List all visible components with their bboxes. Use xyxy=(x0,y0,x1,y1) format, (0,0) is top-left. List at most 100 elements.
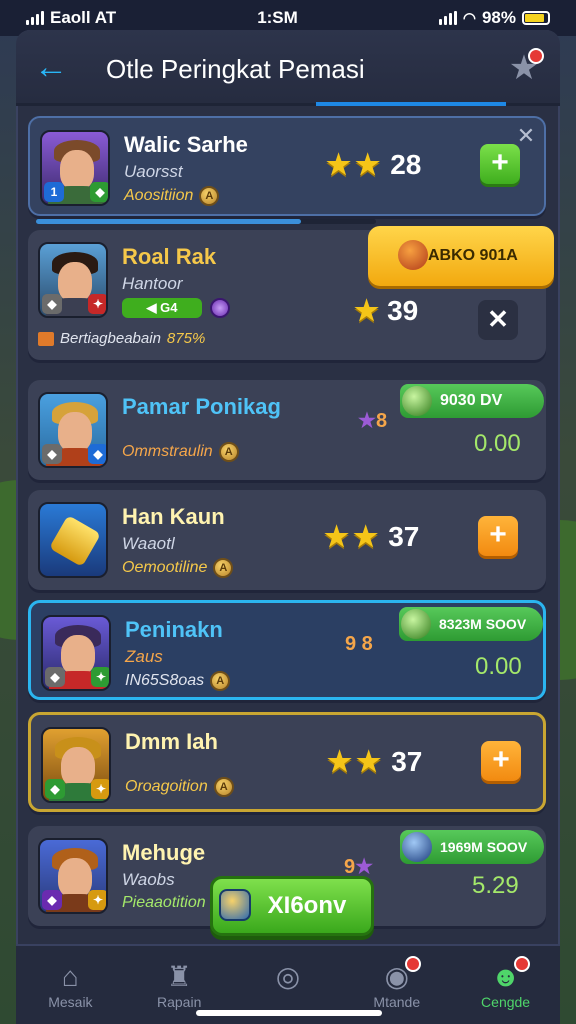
star-icon: ★ xyxy=(354,295,380,326)
reward-pill[interactable]: 8323M SOOV xyxy=(399,607,543,641)
list-item[interactable]: 1 ◆ Walic Sarhe Uaorsst Aoositiion A ★ ★… xyxy=(28,116,546,224)
rating-value: 8 xyxy=(375,410,388,432)
back-button[interactable]: ← xyxy=(34,50,74,86)
header: ← Otle Peringkat Pemasi ★ xyxy=(16,30,560,106)
player-tag-label: Aoositiion xyxy=(124,187,194,204)
arrow-icon: ◀ xyxy=(146,300,161,315)
score: ★ ★ 37 xyxy=(324,520,419,553)
player-tag-label: Oroagoition xyxy=(125,778,208,795)
player-role: Waobs xyxy=(122,870,175,889)
star-icon: ★ xyxy=(327,746,353,777)
class-badge-icon: ◆ xyxy=(45,667,65,687)
medal-icon xyxy=(398,240,428,270)
player-tag-label: Oemootiline xyxy=(122,559,208,576)
player-tag-label: IN65S8oas xyxy=(125,672,205,689)
reward-pill[interactable]: 1969M SOOV xyxy=(400,830,544,864)
avatar: ◆ ✦ xyxy=(38,838,108,914)
player-name: Mehuge xyxy=(122,840,206,865)
orb-icon xyxy=(402,386,432,416)
coin-icon: A xyxy=(210,671,231,691)
claim-button[interactable]: XI6onv xyxy=(210,876,374,936)
rating-value: 9 8 xyxy=(345,633,373,655)
reward-pill-label: 1969M SOOV xyxy=(440,839,528,855)
player-role: Uaorsst xyxy=(124,162,183,181)
coin-icon: A xyxy=(213,777,234,797)
battery-percent: 98% xyxy=(481,8,516,27)
offer-banner[interactable]: ABKO 901A xyxy=(368,226,554,286)
player-tag: Aoositiion A xyxy=(124,186,220,206)
list-item[interactable]: ◆ ✦ Peninakn Zaus IN65S8oas A 9 8 8323M … xyxy=(28,600,546,700)
player-name: Pamar Ponikag xyxy=(122,394,281,419)
player-name: Dmm Iah xyxy=(125,729,218,754)
gem-emblem-icon xyxy=(49,515,101,567)
player-role: Waaotl xyxy=(122,534,175,553)
progress-bar xyxy=(36,219,376,224)
element-badge-icon: ◆ xyxy=(90,182,108,202)
reward-pill-label: 8323M SOOV xyxy=(439,616,527,632)
element-badge-icon: ✦ xyxy=(91,779,109,799)
score-value: 37 xyxy=(388,520,420,552)
plus-icon: + xyxy=(492,743,510,776)
nav-item-home[interactable]: ⌂ Mesaik xyxy=(20,960,120,1010)
list-item[interactable]: ◆ ✦ Roal Rak Hantoor ◀ G4 Bertiagbeabain… xyxy=(28,226,554,360)
remove-button[interactable]: ✕ xyxy=(478,300,518,340)
element-badge-icon: ✦ xyxy=(88,890,106,910)
avatar: ◆ ✦ xyxy=(41,615,111,691)
list-item[interactable]: ◆ ✦ Dmm Iah Oroagoition A ★ ★ 37 + xyxy=(28,712,546,812)
score: ★ ★ 37 xyxy=(327,745,422,778)
star-icon: ★ xyxy=(358,410,376,432)
ranking-panel: ← Otle Peringkat Pemasi ★ 1 ◆ Walic Sarh… xyxy=(16,30,560,1024)
player-name: Peninakn xyxy=(125,617,223,642)
element-badge-icon: ◆ xyxy=(88,444,106,464)
nav-item-target[interactable]: ◉ Mtande xyxy=(347,956,447,1010)
star-icon: ★ xyxy=(355,149,381,180)
gem-icon xyxy=(210,298,230,318)
plus-icon: + xyxy=(489,518,507,551)
reward-value: 0.00 xyxy=(474,430,521,457)
favorites-button[interactable]: ★ xyxy=(506,48,544,86)
add-button[interactable]: + xyxy=(481,741,521,781)
compass-icon: ◎ xyxy=(275,961,301,992)
notification-dot xyxy=(404,956,421,972)
class-badge-icon: ◆ xyxy=(42,294,62,314)
carrier-label: Eaoll AT xyxy=(50,8,117,27)
player-tag: Ommstraulin A xyxy=(122,442,239,462)
avatar: ◆ ✦ xyxy=(41,727,111,803)
target-icon: ◉ xyxy=(384,961,409,992)
nav-item-trophy[interactable]: ♜ Rapain xyxy=(129,960,229,1010)
add-button[interactable]: + xyxy=(478,516,518,556)
rating: 9 8 xyxy=(345,633,373,656)
reward-pill[interactable]: 9030 DV xyxy=(400,384,544,418)
list-item[interactable]: ◆ ◆ Pamar Ponikag Ommstraulin A ★8 9030 … xyxy=(28,380,546,480)
nav-label: Mesaik xyxy=(48,994,93,1010)
orb-icon xyxy=(401,609,431,639)
star-icon: ★ xyxy=(324,521,350,552)
rating: ★8 xyxy=(358,408,387,433)
battery-icon xyxy=(522,11,550,25)
player-tag: Oroagoition A xyxy=(125,777,234,797)
coin-icon: A xyxy=(218,442,239,462)
reward-pill-label: 9030 DV xyxy=(440,392,503,409)
list-item[interactable]: Han Kaun Waaotl Oemootiline A ★ ★ 37 + xyxy=(28,490,546,590)
nav-item-profile[interactable]: ☻ Cengde xyxy=(456,956,556,1010)
orb-icon xyxy=(402,832,432,862)
star-icon: ★ xyxy=(326,149,352,180)
element-badge-icon: ✦ xyxy=(91,667,109,687)
reward-value: 5.29 xyxy=(472,872,519,899)
nav-item-compass[interactable]: ◎ xyxy=(238,960,338,994)
coin-icon: A xyxy=(199,186,220,206)
add-button[interactable]: + xyxy=(480,144,520,184)
star-icon: ★ xyxy=(355,856,374,878)
player-role: Zaus xyxy=(125,647,163,666)
arrow-left-icon: ← xyxy=(34,48,68,86)
reward-value: 0.00 xyxy=(475,653,522,680)
player-role: Hantoor xyxy=(122,274,183,293)
player-tag-label: Ommstraulin xyxy=(122,443,213,460)
nav-label: Mtande xyxy=(373,994,421,1010)
close-icon[interactable]: ✕ xyxy=(514,124,538,148)
notification-dot xyxy=(528,48,544,64)
page-title: Otle Peringkat Pemasi xyxy=(106,54,365,84)
star-icon: ★ xyxy=(353,521,379,552)
score-value: 37 xyxy=(391,745,423,777)
player-tag: Pieaaotition xyxy=(122,894,206,912)
